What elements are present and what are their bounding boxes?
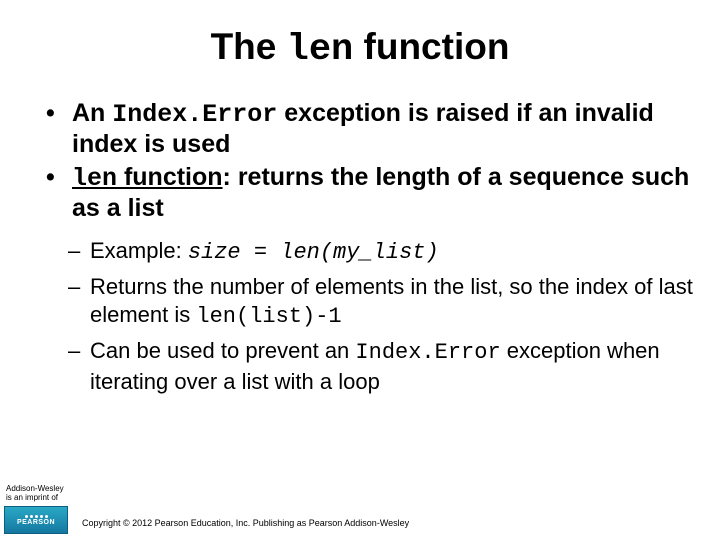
- sub-bullet-1: Example: size = len(my_list): [72, 237, 696, 267]
- bullet-2: len function: returns the length of a se…: [52, 163, 696, 223]
- bullet-1-code: Index.Error: [112, 100, 277, 129]
- bullet-1-text-a: An: [72, 99, 112, 127]
- imprint-line-2: is an imprint of: [6, 494, 64, 502]
- sub-bullet-3: Can be used to prevent an Index.Error ex…: [72, 337, 696, 395]
- sub-bullet-list: Example: size = len(my_list) Returns the…: [24, 237, 696, 396]
- sub-2-code: len(list)-1: [196, 304, 341, 329]
- title-post: function: [353, 26, 509, 67]
- sub-1-code: size = len(my_list): [188, 240, 439, 265]
- title-code: len: [287, 29, 354, 71]
- sub-2-text: Returns the number of elements in the li…: [90, 274, 693, 327]
- main-bullet-list: An Index.Error exception is raised if an…: [24, 99, 696, 223]
- imprint-text: Addison-Wesley is an imprint of: [6, 485, 64, 502]
- copyright-text: Copyright © 2012 Pearson Education, Inc.…: [82, 518, 409, 528]
- slide-footer: Addison-Wesley is an imprint of PEARSON …: [0, 480, 720, 540]
- bullet-1: An Index.Error exception is raised if an…: [52, 99, 696, 159]
- slide-title: The len function: [24, 26, 696, 71]
- logo-text: PEARSON: [17, 519, 55, 526]
- bullet-2-code: len: [72, 164, 117, 193]
- slide: The len function An Index.Error exceptio…: [0, 0, 720, 540]
- sub-3-text-a: Can be used to prevent an: [90, 338, 355, 363]
- bullet-2-text-a: function: [117, 163, 223, 191]
- logo-dots-icon: [25, 515, 48, 518]
- sub-1-text: Example:: [90, 238, 188, 263]
- title-pre: The: [211, 26, 287, 67]
- pearson-logo: PEARSON: [4, 506, 68, 534]
- sub-bullet-2: Returns the number of elements in the li…: [72, 273, 696, 331]
- sub-3-code: Index.Error: [355, 340, 500, 365]
